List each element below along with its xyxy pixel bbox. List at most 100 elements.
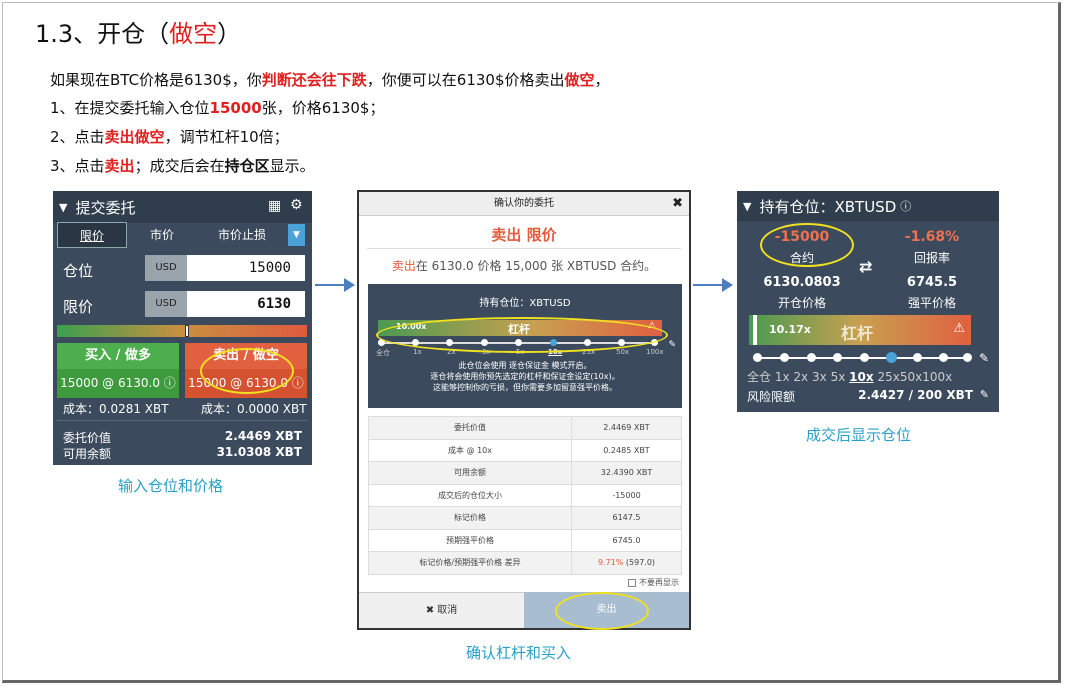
roe-label: 回报率	[913, 251, 950, 265]
caption-confirm: 确认杠杆和买入	[466, 644, 572, 662]
order-panel-title: 提交委托	[75, 198, 136, 217]
step-1: 1、在提交委托输入仓位15000张，价格6130$；	[50, 99, 385, 117]
risk-limit-value: 2.4427 / 200 XBT	[858, 388, 973, 402]
buy-label: 买入 / 做多	[85, 348, 151, 363]
tick-label[interactable]: 100x	[922, 370, 952, 384]
position-header: ▼ 持有仓位：XBTUSD ⓘ	[737, 191, 999, 221]
order-entry-panel: ▼ 提交委托 ▦ ⚙ 限价 市价 市价止损 ▼ 仓位 USD 15000 限价 …	[53, 191, 312, 465]
confirm-order-dialog: 确认你的委托 ✖ 卖出 限价 卖出在 6130.0 价格 15,000 张 XB…	[357, 190, 691, 630]
gear-icon[interactable]: ⚙	[290, 197, 303, 213]
margin-note: 此仓位会使用 逐仓保证金 模式开启。 逐仓将会使用你预先选定的杠杆和保证金设定(…	[430, 361, 620, 392]
order-value: 2.4469 XBT	[224, 429, 302, 443]
tick-label[interactable]: 全仓	[376, 348, 390, 358]
help-icon: ⓘ	[291, 376, 304, 390]
highlight-circle	[376, 317, 668, 353]
help-icon: ⓘ	[163, 376, 176, 390]
chevron-down-icon[interactable]: ▼	[743, 200, 751, 213]
order-type-tabs: 限价 市价 市价止损 ▼	[57, 222, 307, 248]
side-title: 卖出 限价	[491, 226, 557, 244]
qty-unit: USD	[145, 255, 187, 281]
highlight-circle	[760, 223, 854, 267]
cancel-button[interactable]: ✖ 取消	[359, 592, 524, 628]
table-row: 成交后的仓位大小 -15000	[368, 483, 682, 507]
leverage-slider[interactable]	[753, 352, 972, 363]
order-panel-header: ▼ 提交委托 ▦ ⚙	[53, 191, 312, 223]
tick-label[interactable]: 1x	[413, 348, 422, 356]
more-types-dropdown-icon[interactable]: ▼	[288, 224, 305, 246]
liq-price-value: 6745.5	[906, 275, 958, 290]
sell-cost: 成本：0.0000 XBT	[201, 402, 307, 416]
edit-icon[interactable]: ✎	[668, 340, 676, 350]
edit-icon[interactable]: ✎	[979, 351, 989, 365]
tick-label[interactable]: 5x	[831, 370, 846, 384]
entry-price-label: 开仓价格	[777, 296, 826, 310]
checkbox[interactable]	[628, 578, 637, 587]
leverage-label: 杠杆	[841, 324, 874, 343]
roe-value: -1.68%	[904, 229, 960, 245]
dont-show-again[interactable]: 不要再显示	[628, 577, 679, 588]
table-row: 标记价格 6147.5	[368, 506, 682, 530]
swap-icon[interactable]: ⇄	[859, 257, 872, 276]
position-preview-title: 持有仓位：XBTUSD	[479, 298, 571, 309]
leverage-value: 10.17x	[769, 323, 811, 336]
table-row: 成本 @ 10x 0.2485 XBT	[368, 438, 682, 462]
tick-label[interactable]: 全仓	[747, 370, 771, 384]
position-panel: ▼ 持有仓位：XBTUSD ⓘ -15000 合约 -1.68% 回报率 ⇄ 6…	[737, 191, 999, 412]
tick-label[interactable]: 2x	[793, 370, 808, 384]
tab-stop-market[interactable]: 市价止损	[197, 222, 287, 248]
caption-position: 成交后显示仓位	[806, 426, 912, 444]
liq-price-label: 强平价格	[907, 296, 956, 310]
leverage-marker[interactable]	[185, 325, 189, 337]
table-row: 标记价格/预期强平价格 差异 9.71% (597.0)	[368, 551, 682, 575]
help-icon[interactable]: ⓘ	[900, 198, 911, 214]
price-unit: USD	[145, 291, 187, 317]
dialog-title: 确认你的委托	[494, 198, 554, 209]
chevron-down-icon[interactable]: ▼	[59, 201, 67, 214]
qty-input[interactable]: 15000	[187, 255, 305, 281]
buy-cost: 成本：0.0281 XBT	[63, 402, 169, 416]
caption-order-entry: 输入仓位和价格	[118, 477, 224, 495]
leverage-ticks: 全仓 1x 2x 3x 5x 10x 25x50x100x	[747, 368, 952, 385]
divider	[57, 420, 307, 421]
highlight-circle	[555, 592, 649, 630]
order-details-table: 委托价值 2.4469 XBT 成本 @ 10x 0.2485 XBT 可用余额 32…	[368, 416, 682, 575]
close-icon[interactable]: ✖	[672, 192, 683, 216]
price-label: 限价	[63, 298, 94, 316]
table-row: 预期强平价格 6745.0	[368, 528, 682, 552]
step-3: 3、点击卖出；成交后会在持仓区显示。	[50, 157, 315, 175]
table-row: 可用余额 32.4390 XBT	[368, 461, 682, 485]
warning-icon: ⚠	[953, 321, 965, 336]
order-value-label: 委托价值	[63, 431, 112, 445]
qty-label: 仓位	[63, 262, 94, 280]
page-title: 1.3、开仓（做空）	[35, 20, 242, 48]
edit-icon[interactable]: ✎	[980, 388, 989, 401]
price-input[interactable]: 6130	[187, 291, 305, 317]
buy-sub: 15000 @ 6130.0 ⓘ	[57, 369, 179, 398]
tab-market[interactable]: 市价	[127, 222, 197, 248]
tick-label[interactable]: 50x	[616, 348, 629, 356]
tick-label[interactable]: 10x	[849, 370, 873, 384]
available-label: 可用余额	[63, 447, 112, 461]
step-2: 2、点击卖出做空，调节杠杆10倍；	[50, 128, 289, 146]
arrow-right	[693, 278, 733, 292]
entry-price-value: 6130.0803	[763, 275, 841, 290]
intro-line: 如果现在BTC价格是6130$，你判断还会往下跌，你便可以在6130$价格卖出做…	[50, 71, 610, 89]
leverage-bar: 10.17x 杠杆 ⚠	[749, 315, 971, 345]
available-value: 31.0308 XBT	[216, 445, 302, 459]
tick-label[interactable]: 1x	[775, 370, 790, 384]
tick-label[interactable]: 50x	[900, 370, 922, 384]
buy-long-button[interactable]: 买入 / 做多 15000 @ 6130.0 ⓘ	[57, 343, 179, 398]
leverage-bar[interactable]	[57, 325, 307, 337]
order-summary: 卖出在 6130.0 价格 15,000 张 XBTUSD 合约。	[391, 259, 657, 273]
tick-label[interactable]: 3x	[812, 370, 827, 384]
tick-label[interactable]: 25x	[877, 370, 899, 384]
tick-label[interactable]: 100x	[646, 348, 664, 356]
arrow-right	[315, 278, 355, 292]
risk-limit-label: 风险限额	[747, 390, 796, 404]
divider	[367, 248, 681, 249]
calculator-icon[interactable]: ▦	[268, 198, 281, 214]
tab-limit[interactable]: 限价	[57, 222, 127, 248]
position-title: 持有仓位：XBTUSD	[759, 197, 897, 216]
dialog-header: 确认你的委托 ✖	[359, 192, 689, 216]
table-row: 委托价值 2.4469 XBT	[368, 416, 682, 440]
